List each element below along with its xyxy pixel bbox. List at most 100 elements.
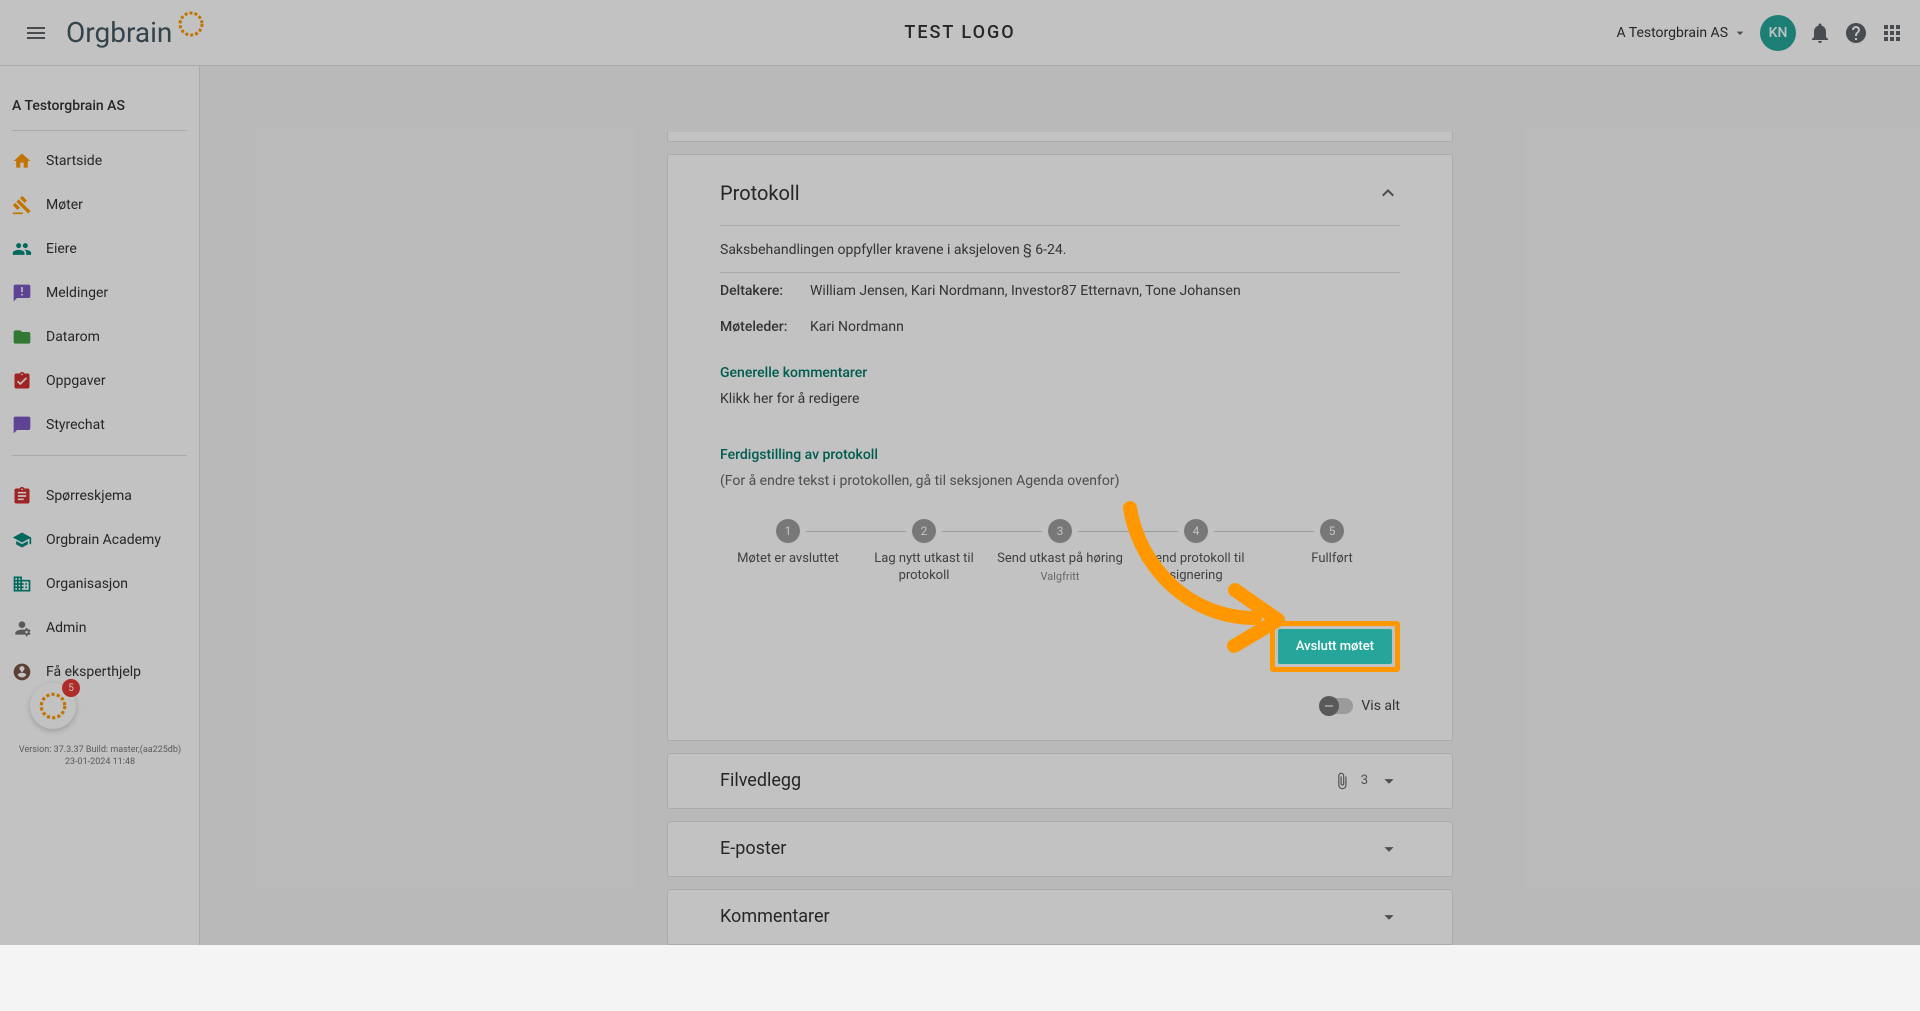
logo-icon [176, 9, 206, 39]
divider [12, 455, 187, 456]
sidebar-item-organisasjon[interactable]: Organisasjon [0, 562, 199, 606]
people-icon [12, 239, 32, 259]
step-label: Send protokoll til signering [1128, 551, 1264, 585]
comments-card[interactable]: Kommentarer [667, 889, 1453, 945]
sidebar-item-oppgaver[interactable]: Oppgaver [0, 359, 199, 403]
page-title: TEST LOGO [904, 22, 1015, 43]
header-right: A Testorgbrain AS KN [1616, 15, 1904, 51]
sidebar-item-meldinger[interactable]: Meldinger [0, 271, 199, 315]
chevron-down-icon [1378, 906, 1400, 928]
app-header: Orgbrain TEST LOGO A Testorgbrain AS KN [0, 0, 1920, 66]
support-fab[interactable]: 5 [30, 683, 76, 729]
help-icon [12, 662, 32, 682]
participants-row: Deltakere: William Jensen, Kari Nordmann… [720, 273, 1400, 309]
end-meeting-button[interactable]: Avslutt møtet [1278, 629, 1392, 664]
sidebar-item-orgbrain-academy[interactable]: Orgbrain Academy [0, 518, 199, 562]
toggle-knob [1319, 696, 1339, 716]
step-3: 3Send utkast på høringValgfritt [992, 519, 1128, 583]
chat-icon [12, 415, 32, 435]
minus-icon [1322, 699, 1336, 713]
finalize-note: (For å endre tekst i protokollen, gå til… [720, 473, 1400, 489]
step-circle: 4 [1184, 519, 1208, 543]
sidebar-item-label: Orgbrain Academy [46, 532, 161, 548]
comments-editable[interactable]: Klikk her for å redigere [720, 391, 1400, 407]
card-header: Protokoll [720, 181, 1400, 226]
home-icon [12, 151, 32, 171]
announcement-icon [12, 283, 32, 303]
sidebar-item-label: Møter [46, 197, 83, 213]
participants-value: William Jensen, Kari Nordmann, Investor8… [810, 283, 1241, 299]
admin-icon [12, 618, 32, 638]
sidebar-item-startside[interactable]: Startside [0, 139, 199, 183]
emails-title: E-poster [720, 838, 786, 859]
apps-icon[interactable] [1880, 21, 1904, 45]
menu-button[interactable] [16, 13, 56, 53]
step-label: Fullført [1264, 551, 1400, 568]
step-label: Lag nytt utkast til protokoll [856, 551, 992, 585]
logo: Orgbrain [66, 9, 206, 57]
main-content: Protokoll Saksbehandlingen oppfyller kra… [200, 132, 1920, 1011]
sidebar: A Testorgbrain AS Startside Møter Eiere Mel… [0, 66, 200, 945]
step-label: Send utkast på høring [992, 551, 1128, 568]
comments-card-title: Kommentarer [720, 906, 830, 927]
sidebar-item-sp-rreskjema[interactable]: Spørreskjema [0, 474, 199, 518]
task-icon [12, 371, 32, 391]
sidebar-item-label: Organisasjon [46, 576, 128, 592]
sidebar-item-label: Spørreskjema [46, 488, 132, 504]
card-title: Protokoll [720, 181, 800, 205]
leader-value: Kari Nordmann [810, 319, 904, 335]
step-2: 2Lag nytt utkast til protokoll [856, 519, 992, 585]
clipboard-icon [12, 486, 32, 506]
sidebar-item-datarom[interactable]: Datarom [0, 315, 199, 359]
sidebar-item-label: Admin [46, 620, 86, 636]
version-info: Version: 37.3.37 Build: master,(aa225db)… [0, 744, 200, 769]
compliance-text: Saksbehandlingen oppfyller kravene i aks… [720, 242, 1400, 273]
attachments-card[interactable]: Filvedlegg 3 [667, 753, 1453, 809]
sidebar-item-eiere[interactable]: Eiere [0, 227, 199, 271]
business-icon [12, 574, 32, 594]
emails-card[interactable]: E-poster [667, 821, 1453, 877]
attachment-icon [1333, 772, 1351, 790]
leader-label: Møteleder: [720, 319, 810, 335]
chevron-down-icon [1378, 838, 1400, 860]
version-line1: Version: 37.3.37 Build: master,(aa225db) [0, 744, 200, 757]
sidebar-item-admin[interactable]: Admin [0, 606, 199, 650]
sidebar-org-title: A Testorgbrain AS [0, 82, 199, 130]
finalize-heading: Ferdigstilling av protokoll [720, 447, 1400, 463]
attachments-count: 3 [1361, 773, 1368, 788]
chevron-down-icon [1378, 770, 1400, 792]
sidebar-item-label: Få eksperthjelp [46, 664, 141, 680]
sidebar-item-label: Eiere [46, 241, 77, 257]
sidebar-item-label: Styrechat [46, 417, 105, 433]
step-5: 5Fullført [1264, 519, 1400, 568]
previous-card-stub [667, 132, 1453, 142]
protokoll-card: Protokoll Saksbehandlingen oppfyller kra… [667, 154, 1453, 741]
comments-heading: Generelle kommentarer [720, 365, 1400, 381]
attachments-title: Filvedlegg [720, 770, 801, 791]
bell-icon[interactable] [1808, 21, 1832, 45]
sidebar-item-m-ter[interactable]: Møter [0, 183, 199, 227]
toggle-label: Vis alt [1361, 698, 1400, 714]
chevron-up-icon[interactable] [1376, 181, 1400, 205]
logo-text: Orgbrain [66, 16, 172, 49]
sidebar-item-styrechat[interactable]: Styrechat [0, 403, 199, 447]
sidebar-item-label: Meldinger [46, 285, 108, 301]
org-dropdown[interactable]: A Testorgbrain AS [1616, 25, 1748, 41]
org-dropdown-label: A Testorgbrain AS [1616, 25, 1728, 41]
help-icon[interactable] [1844, 21, 1868, 45]
divider [12, 130, 187, 131]
step-circle: 1 [776, 519, 800, 543]
highlight-annotation: Avslutt møtet [1270, 621, 1400, 672]
chevron-down-icon [1732, 25, 1748, 41]
gavel-icon [12, 195, 32, 215]
show-all-toggle[interactable] [1321, 698, 1353, 714]
sidebar-item-label: Datarom [46, 329, 100, 345]
stepper: 1 Møtet er avsluttet2Lag nytt utkast til … [720, 519, 1400, 585]
step-label: Møtet er avsluttet [720, 551, 856, 568]
participants-label: Deltakere: [720, 283, 810, 299]
toggle-row: Vis alt [720, 698, 1400, 714]
sidebar-item-f-eksperthjelp[interactable]: Få eksperthjelp [0, 650, 199, 694]
leader-row: Møteleder: Kari Nordmann [720, 309, 1400, 345]
version-line2: 23-01-2024 11:48 [0, 756, 200, 769]
avatar[interactable]: KN [1760, 15, 1796, 51]
